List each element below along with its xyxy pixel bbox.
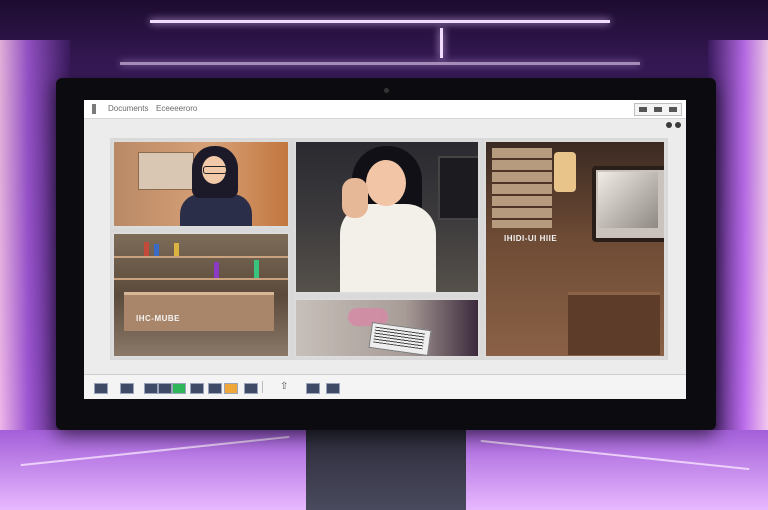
title-bar: Documents Eceeeeroro [84,100,686,119]
tile-label: IHIDI-UI HIIE [504,234,558,243]
shelf [114,256,288,258]
cabinet [568,292,660,355]
photo-tile-woman-glasses[interactable] [112,140,290,228]
monitor-stand [306,430,466,510]
screen: Documents Eceeeeroro IHC-MUBE IHIDI-UI H… [84,100,686,399]
book [254,260,259,278]
glasses [203,166,227,174]
minimize-button[interactable] [638,107,647,112]
app-icon-5[interactable] [190,383,204,394]
taskbar-divider [262,381,263,393]
app-icon-6[interactable] [208,383,222,394]
ceiling-light [440,28,443,58]
green-app-icon[interactable] [172,383,186,394]
taskbar: ⇧ [84,374,686,399]
tile-label: IHC-MUBE [136,314,180,323]
close-button[interactable] [669,107,678,112]
menu-item-second[interactable]: Eceeeeroro [156,104,197,113]
floor-reflection [20,435,290,467]
toolbar [84,118,686,132]
window-controls [634,103,682,116]
book [144,242,149,256]
app-icon-7[interactable] [224,383,238,394]
lamp [554,152,576,192]
app-icon-9[interactable] [306,383,320,394]
app-icon-4[interactable] [158,383,172,394]
photo-tile-bookstore[interactable]: IHC-MUBE [112,232,290,358]
store-counter [124,292,274,331]
ceiling-light [150,20,610,23]
arrow-icon[interactable]: ⇧ [280,381,288,392]
ceiling-light [120,62,640,65]
app-icon-10[interactable] [326,383,340,394]
ceiling [0,0,768,80]
settings-icon[interactable] [666,122,672,128]
book [174,243,179,256]
photo-tile-woman-center[interactable] [294,140,480,294]
store-wall-right [708,40,768,460]
book [154,244,159,256]
wall-poster [138,152,194,190]
floor-reflection [480,439,750,471]
app-icon [92,104,96,114]
more-icon[interactable] [675,122,681,128]
photo-tile-shop-tv[interactable]: IHIDI-UI HIIE [484,140,666,358]
menu-item-documents[interactable]: Documents [108,104,148,113]
app-icon-1[interactable] [94,383,108,394]
app-icon-8[interactable] [244,383,258,394]
maximize-button[interactable] [653,107,662,112]
shelf-wall [492,148,552,228]
person-face [366,160,406,206]
webcam [384,88,389,93]
shelf [114,278,288,280]
photo-grid: IHC-MUBE IHIDI-UI HIIE [110,138,668,360]
book [214,262,219,278]
background-window [438,156,478,220]
app-icon-3[interactable] [144,383,158,394]
photo-tile-magazine[interactable] [294,298,480,358]
app-icon-2[interactable] [120,383,134,394]
person-body [180,194,252,226]
person-hand [342,178,368,218]
tv-screen [598,172,658,228]
